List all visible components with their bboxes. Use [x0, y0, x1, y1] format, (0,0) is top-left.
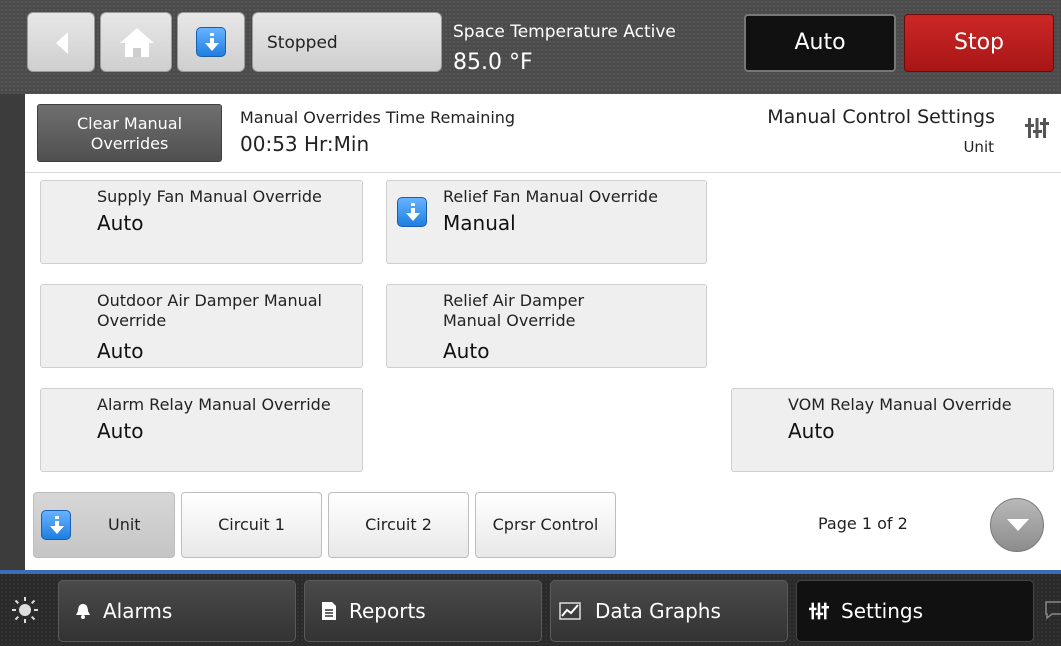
clear-manual-overrides-button[interactable]: Clear Manual Overrides: [37, 104, 222, 162]
chevron-down-icon: [1007, 519, 1029, 531]
space-temperature-label: Space Temperature Active: [453, 22, 676, 42]
nav-data-graphs[interactable]: Data Graphs: [550, 580, 788, 642]
stop-button[interactable]: Stop: [904, 14, 1054, 72]
download-icon: [41, 510, 71, 540]
home-icon: [120, 28, 154, 57]
card-label: Relief Air Damper Manual Override: [443, 291, 585, 330]
bell-icon: [76, 604, 90, 619]
category-tab-bar: Unit Circuit 1 Circuit 2 Cprsr Control P…: [25, 492, 1061, 570]
card-label: VOM Relay Manual Override: [788, 395, 1012, 414]
document-icon: [322, 602, 336, 620]
tab-unit[interactable]: Unit: [33, 492, 175, 558]
card-value: Auto: [97, 339, 144, 363]
nav-settings[interactable]: Settings: [796, 580, 1034, 642]
card-value: Auto: [97, 211, 144, 235]
card-label: Relief Fan Manual Override: [443, 187, 658, 206]
bottom-nav: Alarms Reports Data Graphs Settings: [0, 574, 1061, 646]
next-page-button[interactable]: [990, 498, 1044, 552]
nav-label: Alarms: [103, 599, 173, 623]
sliders-icon: [809, 602, 829, 620]
card-label: Alarm Relay Manual Override: [97, 395, 331, 414]
page-indicator: Page 1 of 2: [818, 514, 908, 533]
download-icon: [196, 27, 226, 57]
card-value: Auto: [97, 419, 144, 443]
tab-label: Unit: [108, 515, 141, 534]
nav-reports[interactable]: Reports: [304, 580, 542, 642]
card-label: Outdoor Air Damper Manual Override: [97, 291, 322, 330]
nav-label: Reports: [349, 599, 426, 623]
download-icon: [397, 197, 427, 227]
back-button[interactable]: [27, 12, 95, 72]
tab-label: Circuit 2: [365, 515, 432, 534]
download-button[interactable]: [177, 12, 245, 72]
overrides-remaining-label: Manual Overrides Time Remaining: [240, 108, 516, 127]
auto-button[interactable]: Auto: [744, 14, 896, 72]
card-label: Supply Fan Manual Override: [97, 187, 322, 206]
relief-fan-override-card[interactable]: Relief Fan Manual Override Manual: [386, 180, 707, 264]
chart-icon: [559, 602, 581, 620]
relief-air-damper-override-card[interactable]: Relief Air Damper Manual Override Auto: [386, 284, 707, 368]
chat-icon[interactable]: [1044, 600, 1061, 620]
unit-status-label: Stopped: [267, 33, 338, 53]
top-bar: Stopped Space Temperature Active 85.0 °F…: [0, 0, 1061, 94]
unit-status-button[interactable]: Stopped: [252, 12, 442, 72]
card-value: Auto: [443, 339, 490, 363]
nav-label: Settings: [841, 599, 924, 623]
brightness-icon[interactable]: [11, 596, 39, 624]
tab-circuit-1[interactable]: Circuit 1: [181, 492, 322, 558]
nav-alarms[interactable]: Alarms: [58, 580, 296, 642]
tab-label: Cprsr Control: [492, 515, 599, 534]
main-content: Clear Manual Overrides Manual Overrides …: [25, 94, 1061, 570]
home-button[interactable]: [100, 12, 172, 72]
section-subtitle: Unit: [963, 138, 994, 156]
outdoor-air-damper-override-card[interactable]: Outdoor Air Damper Manual Override Auto: [40, 284, 363, 368]
alarm-relay-override-card[interactable]: Alarm Relay Manual Override Auto: [40, 388, 363, 472]
tab-circuit-2[interactable]: Circuit 2: [328, 492, 469, 558]
divider: [25, 172, 1061, 173]
card-value: Manual: [443, 211, 516, 235]
sliders-icon: [1025, 118, 1049, 138]
tab-label: Circuit 1: [218, 515, 285, 534]
back-arrow-icon: [56, 32, 68, 54]
space-temperature-value: 85.0 °F: [453, 50, 533, 75]
tab-cprsr-control[interactable]: Cprsr Control: [475, 492, 616, 558]
supply-fan-override-card[interactable]: Supply Fan Manual Override Auto: [40, 180, 363, 264]
vom-relay-override-card[interactable]: VOM Relay Manual Override Auto: [731, 388, 1054, 472]
card-value: Auto: [788, 419, 835, 443]
section-title: Manual Control Settings: [767, 106, 995, 128]
nav-label: Data Graphs: [595, 599, 721, 623]
overrides-remaining-value: 00:53 Hr:Min: [240, 132, 370, 156]
